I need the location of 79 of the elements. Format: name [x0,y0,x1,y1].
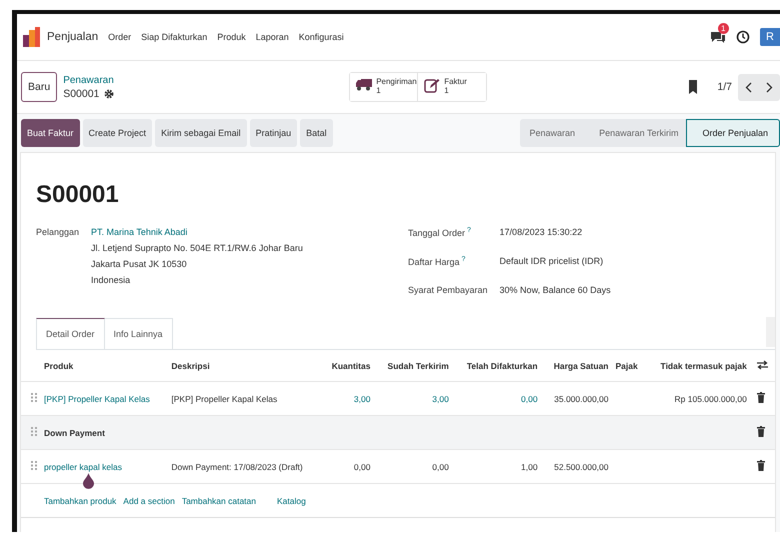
add-line-link[interactable]: Tambahkan catatan [182,496,256,506]
address-line: Jl. Letjend Suprapto No. 504E RT.1/RW.6 Johar Baru [91,243,303,253]
customer-link[interactable]: PT. Marina Tehnik Abadi [91,227,303,237]
status-stage[interactable]: Penawaran Terkirim [583,119,686,147]
menu-item[interactable]: Siap Difakturkan [141,32,208,42]
field-value[interactable]: Default IDR pricelist (IDR) [500,256,611,267]
breadcrumb-link[interactable]: Penawaran [63,74,344,86]
add-line-link[interactable]: Tambahkan produk [44,496,116,506]
truck-icon [356,78,372,92]
field-label: Pelanggan [36,227,80,239]
product-link[interactable]: [PKP] Propeller Kapal Kelas [44,394,150,404]
quantity-cell: 0,00 [432,462,449,472]
field-label: Syarat Pembayaran [408,285,488,295]
edit-document-icon [424,78,440,94]
menu-item[interactable]: Order [108,32,132,42]
new-button[interactable]: Baru [21,72,58,102]
action-button[interactable]: Batal [300,119,333,147]
status-stage[interactable]: Order Penjualan [686,119,780,147]
tab[interactable]: Info Lainnya [104,318,173,349]
action-button[interactable]: Kirim sebagai Email [155,119,247,147]
menu-item[interactable]: Laporan [256,32,289,42]
column-header[interactable]: Deskripsi [171,360,210,370]
record-title: S00001 [36,181,120,209]
pager-value[interactable]: 1/7 [717,81,732,93]
settings-icon[interactable] [104,88,114,98]
column-header[interactable]: Produk [44,360,74,370]
cursor-marker-icon [83,473,94,489]
drag-handle-icon[interactable] [31,392,37,402]
action-button[interactable]: Pratinjau [250,119,298,147]
bookmark-icon[interactable] [689,80,698,94]
trash-icon[interactable] [756,426,765,437]
column-header[interactable]: Pajak [616,360,638,370]
add-line-link[interactable]: Katalog [277,496,306,506]
section-title[interactable]: Down Payment [44,428,105,438]
column-header[interactable]: Tidak termasuk pajak [660,360,747,370]
trash-icon[interactable] [756,460,765,471]
quantity-cell: 0,00 [521,394,538,404]
quantity-cell: 3,00 [354,394,370,404]
column-header[interactable]: Kuantitas [332,360,370,370]
address-line: Indonesia [91,275,132,285]
drag-handle-icon[interactable] [31,460,37,470]
smart-button[interactable]: Pengiriman 1 [350,73,418,101]
menu-item[interactable]: Produk [217,32,246,42]
notification-badge: 1 [718,23,728,34]
column-header[interactable]: Telah Difakturkan [466,360,538,370]
app-name[interactable]: Penjualan [47,31,98,43]
record-name: S00001 [63,88,100,100]
add-line-link[interactable]: Add a section [123,496,175,506]
subtotal-cell: Rp 105.000.000,00 [674,394,747,404]
chevron-left-icon [745,82,752,92]
menu-item[interactable]: Konfigurasi [298,32,344,42]
field-value[interactable]: 17/08/2023 15:30:22 [500,227,611,238]
tab[interactable]: Detail Order [36,318,105,349]
chat-icon[interactable] [710,30,726,44]
field-value[interactable]: 30% Now, Balance 60 Days [500,285,611,295]
status-stage[interactable]: Penawaran [520,119,584,147]
clock-icon[interactable] [736,30,750,44]
column-header[interactable]: Harga Satuan [554,360,608,370]
table-cell: Down Payment: 17/08/2023 (Draft) [171,462,303,472]
chevron-right-icon [766,82,773,92]
scrollbar[interactable] [766,317,775,347]
drag-handle-icon[interactable] [31,426,37,436]
app-logo-icon[interactable] [23,27,41,47]
user-avatar[interactable]: R [760,28,780,46]
action-button[interactable]: Create Project [82,119,152,147]
quantity-cell: 3,00 [432,394,449,404]
field-label: Daftar Harga $^{?}$ [408,256,466,267]
price-cell: 35.000.000,00 [554,394,608,404]
action-button[interactable]: Buat Faktur [21,119,80,147]
price-cell: 52.500.000,00 [554,462,608,472]
product-link[interactable]: propeller kapal kelas [44,462,122,472]
column-header[interactable]: Sudah Terkirim [388,360,449,370]
column-settings-icon[interactable] [756,360,768,370]
quantity-cell: 0,00 [354,462,370,472]
field-label: Tanggal Order $^{?}$ [408,227,472,238]
address-line: Jakarta Pusat JK 10530 [91,259,188,269]
quantity-cell: 1,00 [521,462,538,472]
trash-icon[interactable] [756,392,765,403]
table-cell: [PKP] Propeller Kapal Kelas [171,394,278,404]
